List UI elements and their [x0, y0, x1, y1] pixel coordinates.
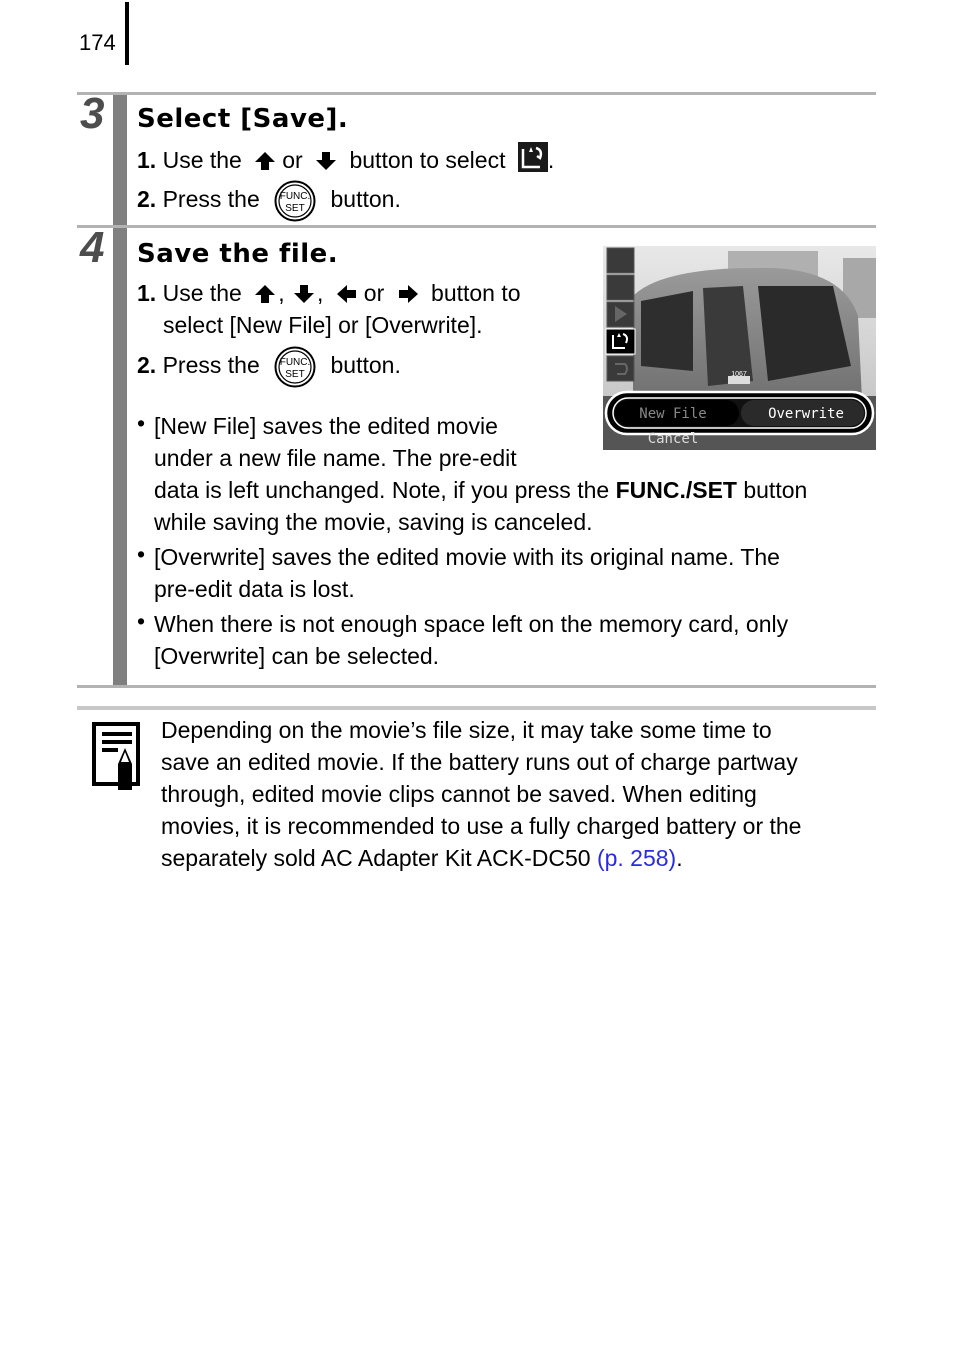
separator: , — [278, 280, 285, 306]
func-label: FUNC. — [280, 191, 311, 202]
train-number: 1067 — [731, 371, 747, 378]
page-number: 174 — [79, 30, 116, 55]
note-line-end: . — [676, 845, 683, 871]
bullet-new-file: [New File] saves the edited movie under … — [154, 410, 807, 538]
step-4-bar — [113, 228, 127, 685]
down-arrow-icon — [294, 285, 315, 303]
bullet-line: under a new file name. The pre-edit — [154, 445, 517, 471]
step-3-bar — [113, 95, 127, 225]
bullet-line: [Overwrite] can be selected. — [154, 643, 440, 669]
instruction-text: Press the — [162, 352, 260, 379]
note-line: through, edited movie clips cannot be sa… — [161, 781, 757, 807]
step-3-instruction-1: 1. Use the or button to select . — [137, 142, 554, 176]
step-4-bottom-rule — [77, 685, 876, 688]
instruction-text: button to select — [349, 147, 506, 173]
note-line: save an edited movie. If the battery run… — [161, 749, 798, 775]
page-number-bar — [125, 2, 129, 65]
instruction-text: button. — [330, 352, 401, 379]
set-label: SET — [285, 369, 304, 380]
instruction-number: 1. — [137, 280, 157, 306]
bullet-line: When there is not enough space left on t… — [154, 611, 789, 637]
func-set-bold: FUNC./SET — [615, 477, 737, 503]
set-label: SET — [285, 203, 304, 214]
bullet-marker: • — [137, 541, 146, 567]
undo-icon — [606, 355, 635, 382]
step-4-title: Save the file. — [137, 239, 339, 269]
cut-front-icon — [606, 247, 635, 274]
note-line-text: separately sold AC Adapter Kit ACK-DC50 — [161, 845, 597, 871]
bullet-memory-card: When there is not enough space left on t… — [154, 608, 788, 672]
up-arrow-icon — [255, 285, 276, 303]
up-arrow-icon — [255, 152, 276, 170]
instruction-text: Use the — [162, 147, 242, 173]
step-4-number: 4 — [80, 223, 105, 272]
step-4-top-rule — [77, 225, 876, 228]
down-arrow-icon — [316, 152, 337, 170]
save-icon — [517, 142, 548, 172]
note-text: Depending on the movie’s file size, it m… — [161, 714, 881, 874]
step-3-number: 3 — [80, 89, 105, 138]
instruction-number: 2. — [137, 352, 157, 379]
note-line: separately sold AC Adapter Kit ACK-DC50 … — [161, 842, 881, 874]
instruction-text: . — [547, 147, 555, 173]
bullet-line: data is left unchanged. Note, if you pre… — [154, 474, 807, 506]
instruction-text: Use the — [162, 280, 242, 306]
instruction-number: 2. — [137, 186, 157, 213]
note-icon — [92, 722, 140, 790]
bullet-line: while saving the movie, saving is cancel… — [154, 509, 593, 535]
cut-back-icon — [606, 274, 635, 301]
note-line: Depending on the movie’s file size, it m… — [161, 717, 772, 743]
func-label: FUNC. — [280, 357, 311, 368]
instruction-text: or — [282, 147, 303, 173]
instruction-number: 1. — [137, 147, 157, 173]
page-reference-link[interactable]: (p. 258) — [597, 845, 676, 871]
right-arrow-icon — [398, 285, 418, 303]
text-span: data is left unchanged. Note, if you pre… — [154, 477, 616, 503]
text-span: button — [736, 477, 808, 503]
bullet-marker: • — [137, 410, 146, 436]
step-3-instruction-2: 2. Press the FUNC. SET button. — [137, 180, 401, 222]
instruction-text: button to — [431, 280, 521, 306]
bullet-line: [New File] saves the edited movie — [154, 413, 498, 439]
left-arrow-icon — [336, 285, 356, 303]
instruction-text: Press the — [162, 186, 260, 213]
bullet-overwrite: [Overwrite] saves the edited movie with … — [154, 541, 780, 605]
separator: , — [317, 280, 324, 306]
func-set-button-icon: FUNC. SET — [274, 346, 316, 388]
step-4-instruction-1-cont: select [New File] or [Overwrite]. — [163, 312, 483, 338]
step-3-top-rule — [77, 92, 876, 95]
note-top-rule — [77, 706, 876, 710]
step-3-title: Select [Save]. — [137, 104, 349, 134]
bullet-marker: • — [137, 608, 146, 634]
save-icon-selected — [605, 328, 636, 355]
instruction-text: or — [363, 280, 385, 306]
func-set-button-icon: FUNC. SET — [274, 180, 316, 222]
bullet-line: pre-edit data is lost. — [154, 576, 355, 602]
note-line: movies, it is recommended to use a fully… — [161, 813, 802, 839]
step-4-instruction-2: 2. Press the FUNC. SET button. — [137, 346, 401, 388]
bullet-line: [Overwrite] saves the edited movie with … — [154, 544, 780, 570]
instruction-text: button. — [330, 186, 401, 213]
step-4-instruction-1: 1. Use the , , or button to — [137, 277, 521, 309]
